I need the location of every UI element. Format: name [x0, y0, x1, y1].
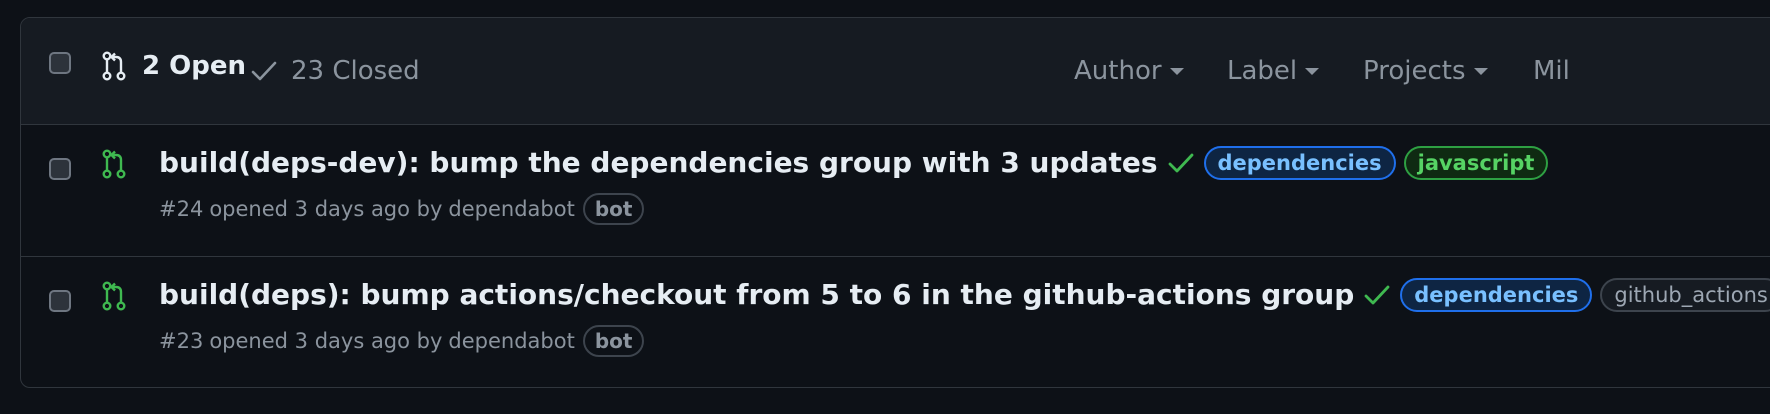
label-javascript[interactable]: javascript: [1403, 146, 1549, 180]
author-filter-label: Author: [1074, 56, 1162, 86]
label-filter-label: Label: [1227, 56, 1298, 86]
pull-request-number: #23: [159, 329, 204, 353]
label-dependencies[interactable]: dependencies: [1400, 278, 1593, 312]
git-pull-request-open-icon: [101, 149, 127, 183]
triangle-down-icon: [1169, 67, 1184, 75]
label-dependencies[interactable]: dependencies: [1203, 146, 1396, 180]
pull-request-title-link[interactable]: build(deps): bump actions/checkout from …: [159, 275, 1354, 315]
select-all-checkbox[interactable]: [49, 52, 71, 74]
bot-badge: bot: [582, 193, 645, 225]
pull-request-meta: #24 opened 3 days ago by dependabot bot: [159, 193, 645, 225]
author-link[interactable]: dependabot: [448, 329, 574, 353]
pull-request-row: build(deps): bump actions/checkout from …: [21, 257, 1770, 387]
closed-count-label: 23 Closed: [291, 56, 420, 86]
pull-request-row: build(deps-dev): bump the dependencies g…: [21, 125, 1770, 257]
projects-filter-label: Projects: [1363, 56, 1466, 86]
triangle-down-icon: [1305, 67, 1320, 75]
projects-filter-dropdown[interactable]: Projects: [1363, 55, 1488, 87]
pull-request-title-line: build(deps-dev): bump the dependencies g…: [159, 143, 1556, 183]
checks-passed-icon[interactable]: [1168, 152, 1194, 174]
row-checkbox[interactable]: [49, 290, 71, 312]
bot-badge: bot: [582, 325, 645, 357]
git-pull-request-open-icon: [101, 281, 127, 315]
milestones-filter-dropdown[interactable]: Mil: [1533, 55, 1570, 87]
open-count-label: 2 Open: [142, 51, 246, 81]
list-header: 2 Open 23 Closed Author Label Projects M…: [21, 18, 1770, 125]
pull-request-number: #24: [159, 197, 204, 221]
label-filter-dropdown[interactable]: Label: [1227, 55, 1320, 87]
author-filter-dropdown[interactable]: Author: [1074, 55, 1184, 87]
check-icon: [251, 60, 277, 82]
label-github-actions[interactable]: github_actions: [1600, 278, 1770, 312]
pull-request-title-link[interactable]: build(deps-dev): bump the dependencies g…: [159, 143, 1158, 183]
author-link[interactable]: dependabot: [448, 197, 574, 221]
milestones-filter-label: Mil: [1533, 56, 1570, 86]
opened-text: opened 3 days ago by: [209, 197, 443, 221]
triangle-down-icon: [1473, 67, 1488, 75]
opened-text: opened 3 days ago by: [209, 329, 443, 353]
pull-request-list: 2 Open 23 Closed Author Label Projects M…: [20, 17, 1770, 388]
git-pull-request-icon: [101, 51, 127, 81]
pull-request-title-line: build(deps): bump actions/checkout from …: [159, 275, 1770, 315]
row-checkbox[interactable]: [49, 158, 71, 180]
checks-passed-icon[interactable]: [1364, 284, 1390, 306]
pull-request-meta: #23 opened 3 days ago by dependabot bot: [159, 325, 645, 357]
open-filter-link[interactable]: 2 Open: [101, 50, 246, 82]
closed-filter-link[interactable]: 23 Closed: [251, 55, 420, 87]
